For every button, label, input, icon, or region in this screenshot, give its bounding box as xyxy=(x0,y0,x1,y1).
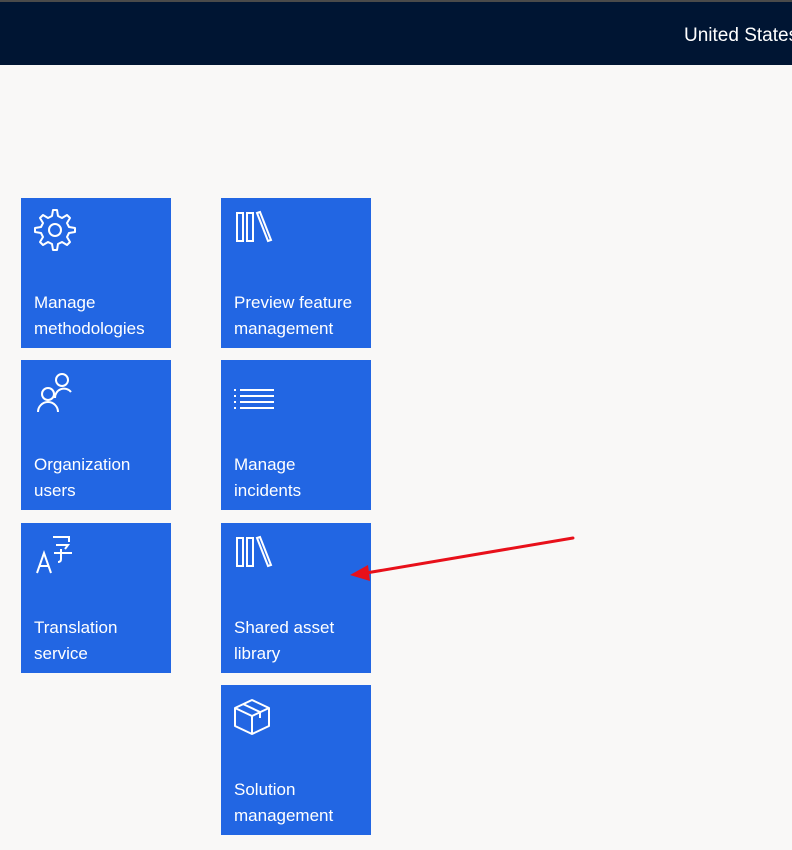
package-icon xyxy=(233,695,277,739)
tile-label: Preview feature management xyxy=(234,293,353,338)
tile-preview-feature-management[interactable]: Preview feature management xyxy=(221,198,371,348)
tile-manage-methodologies[interactable]: Manage methodologies xyxy=(21,198,171,348)
gear-icon xyxy=(33,208,77,252)
tile-solution-management[interactable]: Solution management xyxy=(221,685,371,835)
people-icon xyxy=(33,370,77,414)
list-icon xyxy=(233,370,277,414)
library-icon xyxy=(233,533,277,577)
tile-shared-asset-library[interactable]: Shared asset library xyxy=(221,523,371,673)
tile-label: Translation service xyxy=(34,618,118,663)
tile-translation-service[interactable]: Translation service xyxy=(21,523,171,673)
region-label: United States xyxy=(684,25,792,46)
tile-label: Organization users xyxy=(34,455,131,500)
library-icon xyxy=(233,208,277,252)
tile-label: Manage incidents xyxy=(234,455,302,500)
tile-organization-users[interactable]: Organization users xyxy=(21,360,171,510)
tile-label: Solution management xyxy=(234,780,334,825)
translate-icon xyxy=(33,533,77,577)
tile-manage-incidents[interactable]: Manage incidents xyxy=(221,360,371,510)
tile-label: Manage methodologies xyxy=(34,293,145,338)
tile-label: Shared asset library xyxy=(234,618,335,663)
top-bar: United States xyxy=(0,0,792,65)
